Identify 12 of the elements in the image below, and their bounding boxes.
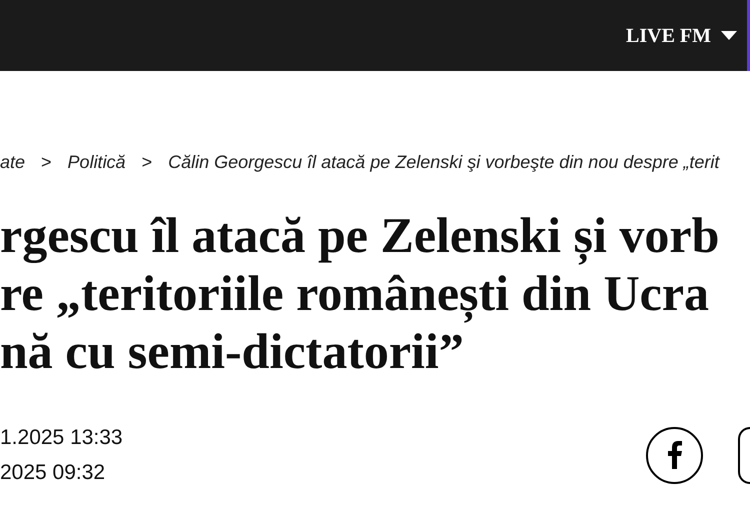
publish-date: 2025 09:32 bbox=[0, 460, 106, 486]
breadcrumb-current: Călin Georgescu îl atacă pe Zelenski şi vorbeşte din nou despre „terit bbox=[168, 151, 720, 174]
caret-icon bbox=[721, 31, 737, 40]
breadcrumb-separator: > bbox=[41, 151, 52, 174]
facebook-icon bbox=[668, 441, 682, 469]
live-fm-menu[interactable]: LIVE FM bbox=[626, 20, 737, 50]
breadcrumb-separator: > bbox=[142, 151, 152, 174]
publish-date: 1.2025 13:33 bbox=[0, 425, 123, 451]
breadcrumb-link[interactable]: ate bbox=[0, 149, 26, 176]
breadcrumb-link[interactable]: Politică bbox=[68, 149, 126, 176]
article-title: rgescu îl atacă pe Zelenski și vorb re „teritoriile românești din Ucra nă cu semi-dictatorii” bbox=[0, 206, 720, 380]
share-button[interactable] bbox=[738, 426, 750, 484]
